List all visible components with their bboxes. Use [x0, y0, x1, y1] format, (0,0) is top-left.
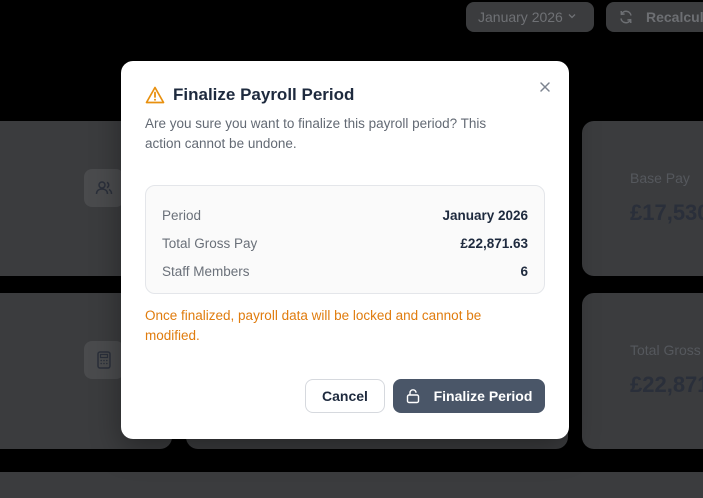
lock-icon — [406, 389, 419, 404]
total-gross-value: £22,871 — [630, 372, 703, 397]
stat-card-base-pay — [582, 121, 703, 276]
summary-value: £22,871.63 — [460, 235, 528, 251]
summary-label: Period — [162, 207, 202, 223]
users-icon — [84, 169, 124, 207]
dialog-title: Finalize Payroll Period — [173, 85, 355, 104]
summary-row-period: Period January 2026 — [162, 201, 528, 229]
finalize-period-label: Finalize Period — [433, 388, 533, 404]
base-pay-value: £17,530 — [630, 200, 703, 225]
close-icon — [540, 82, 550, 92]
recalculate-button[interactable]: Recalcul — [606, 2, 703, 32]
recalculate-label: Recalcul — [646, 9, 703, 25]
summary-label: Total Gross Pay — [162, 235, 258, 251]
finalize-payroll-dialog: Finalize Payroll Period Are you sure you… — [121, 61, 569, 439]
cancel-button-label: Cancel — [322, 388, 368, 404]
refresh-icon — [620, 10, 632, 24]
dialog-description: Are you sure you want to finalize this p… — [145, 116, 487, 151]
cancel-button[interactable]: Cancel — [305, 379, 385, 413]
dialog-header: Finalize Payroll Period — [145, 85, 354, 105]
lock-warning-text: Once finalized, payroll data will be loc… — [145, 308, 482, 343]
summary-label: Staff Members — [162, 263, 250, 279]
summary-row-total-gross: Total Gross Pay £22,871.63 — [162, 229, 528, 257]
summary-value: 6 — [520, 263, 528, 279]
chevron-down-icon — [567, 11, 577, 24]
calculator-icon — [84, 341, 124, 379]
close-button[interactable] — [535, 77, 555, 97]
payroll-summary: Period January 2026 Total Gross Pay £22,… — [145, 185, 545, 294]
finalize-period-button[interactable]: Finalize Period — [393, 379, 545, 413]
period-select[interactable]: January 2026 — [466, 2, 594, 32]
total-gross-label: Total Gross — [630, 342, 701, 358]
summary-value: January 2026 — [442, 207, 528, 223]
warning-triangle-icon — [145, 86, 165, 104]
payroll-table-panel — [0, 472, 703, 498]
stat-card-total-gross — [582, 293, 703, 449]
base-pay-label: Base Pay — [630, 170, 690, 186]
period-select-value: January 2026 — [478, 9, 563, 25]
summary-row-staff-members: Staff Members 6 — [162, 257, 528, 285]
